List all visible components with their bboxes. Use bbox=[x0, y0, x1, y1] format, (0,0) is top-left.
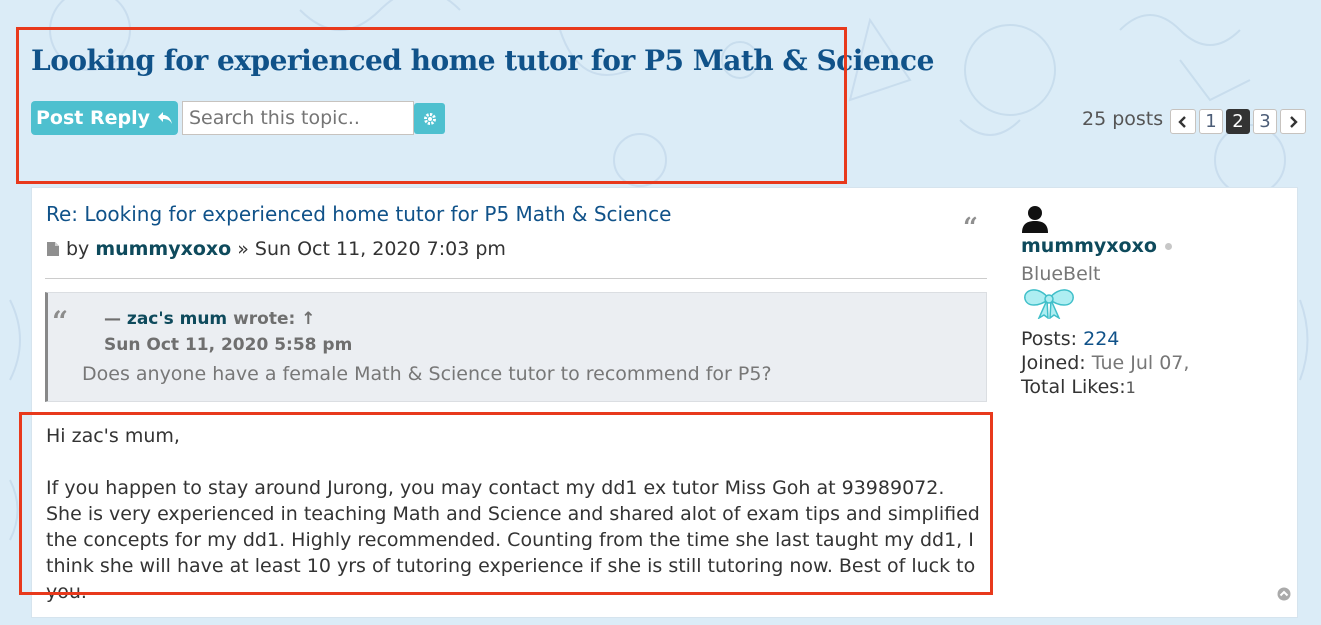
post-date: » Sun Oct 11, 2020 7:03 pm bbox=[237, 238, 506, 260]
post-greeting: Hi zac's mum, bbox=[46, 425, 180, 447]
offline-status-icon bbox=[1164, 242, 1172, 250]
user-icon[interactable] bbox=[1021, 205, 1049, 233]
by-label: by bbox=[66, 238, 90, 260]
post-content: Hi zac's mum, If you happen to stay arou… bbox=[46, 423, 981, 605]
page-2-current: 2 bbox=[1226, 109, 1250, 134]
quote-mark-icon: “ bbox=[52, 305, 69, 338]
quote-author-link[interactable]: zac's mum bbox=[127, 309, 227, 329]
user-profile: mummyxoxo BlueBelt Posts: 224 Joined: Tu… bbox=[1021, 205, 1281, 400]
quote-text: Does anyone have a female Math & Science… bbox=[82, 363, 772, 385]
gear-icon bbox=[423, 112, 436, 125]
joined-label: Joined: bbox=[1021, 352, 1086, 374]
chevron-right-icon bbox=[1290, 115, 1298, 128]
arrow-up-circle-icon[interactable] bbox=[1277, 587, 1291, 601]
user-stats: Posts: 224 Joined: Tue Jul 07, Total Lik… bbox=[1021, 327, 1281, 400]
quote-icon[interactable]: “ bbox=[963, 215, 978, 241]
likes-value: 1 bbox=[1125, 378, 1136, 397]
posts-value-link[interactable]: 224 bbox=[1083, 328, 1119, 350]
search-options-button[interactable] bbox=[414, 103, 445, 134]
username-link[interactable]: mummyxoxo bbox=[1021, 235, 1157, 257]
topic-title[interactable]: Looking for experienced home tutor for P… bbox=[31, 44, 934, 77]
post-reply-label: Post Reply bbox=[36, 107, 150, 129]
post-subject[interactable]: Re: Looking for experienced home tutor f… bbox=[46, 202, 671, 226]
likes-label: Total Likes: bbox=[1021, 376, 1126, 398]
post-paragraph: If you happen to stay around Jurong, you… bbox=[46, 477, 980, 603]
post-reply-button[interactable]: Post Reply bbox=[31, 101, 178, 135]
pagination: 1 2 3 bbox=[1170, 109, 1306, 134]
next-page-button[interactable] bbox=[1280, 109, 1306, 134]
quote-date: Sun Oct 11, 2020 5:58 pm bbox=[104, 335, 353, 355]
cite-prefix: — bbox=[104, 309, 121, 329]
quote-wrote-label[interactable]: wrote: ↑ bbox=[233, 309, 315, 329]
divider bbox=[45, 278, 987, 279]
search-topic-input[interactable] bbox=[182, 101, 414, 135]
ribbon-icon bbox=[1024, 289, 1074, 319]
page-3-button[interactable]: 3 bbox=[1253, 109, 1277, 134]
quote-cite: — zac's mum wrote: ↑ bbox=[104, 309, 315, 329]
username: mummyxoxo bbox=[1021, 235, 1281, 257]
chevron-left-icon bbox=[1178, 115, 1186, 128]
page-1-button[interactable]: 1 bbox=[1199, 109, 1223, 134]
previous-page-button[interactable] bbox=[1170, 109, 1196, 134]
document-icon bbox=[47, 242, 59, 256]
posts-label: Posts: bbox=[1021, 328, 1078, 350]
joined-value: Tue Jul 07, bbox=[1091, 352, 1190, 374]
post-author-link[interactable]: mummyxoxo bbox=[95, 238, 231, 260]
post-meta: by mummyxoxo » Sun Oct 11, 2020 7:03 pm bbox=[46, 238, 506, 260]
reply-icon bbox=[158, 112, 172, 124]
user-rank: BlueBelt bbox=[1021, 263, 1101, 285]
post-count: 25 posts bbox=[1082, 108, 1164, 130]
